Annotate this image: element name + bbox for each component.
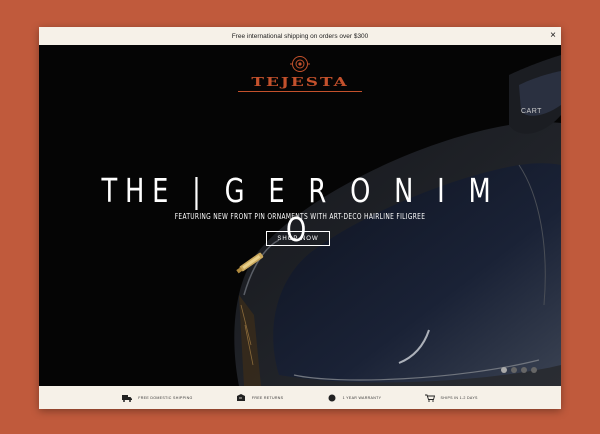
sun-emblem-icon [290,56,310,72]
cart-icon [424,394,435,402]
shop-now-button[interactable]: SHOP NOW [266,231,330,246]
hero-banner[interactable]: TEJESTA CART THE | G E R O N I M O FEATU… [39,45,561,386]
feature-shipping: FREE DOMESTIC SHIPPING [122,394,192,402]
brand-name: TEJESTA [251,74,349,89]
hero-subtitle: FEATURING NEW FRONT PIN ORNAMENTS WITH A… [174,212,426,221]
feature-label: SHIPS IN 1-2 DAYS [440,395,478,400]
feature-label: FREE DOMESTIC SHIPPING [138,395,193,400]
features-bar: FREE DOMESTIC SHIPPING FREE RETURNS 1 YE… [39,386,561,409]
brand-logo[interactable]: TEJESTA [39,55,561,92]
feature-returns: FREE RETURNS [236,393,284,402]
return-box-icon [236,393,245,401]
feature-label: FREE RETURNS [251,395,284,400]
close-icon[interactable]: × [550,30,556,42]
cart-link[interactable]: CART [521,108,542,115]
slide-dot[interactable] [511,367,517,373]
slide-dot[interactable] [501,367,507,373]
promo-text: Free international shipping on orders ov… [231,32,369,40]
browser-viewport: Free international shipping on orders ov… [39,27,561,409]
slide-dot[interactable] [531,367,537,373]
promo-bar: Free international shipping on orders ov… [39,27,561,45]
feature-fast-ship: SHIPS IN 1-2 DAYS [424,394,478,402]
feature-label: 1 YEAR WARRANTY [342,395,382,400]
slide-dot[interactable] [521,367,527,373]
logo-underline [238,91,362,92]
feature-warranty: 1 YEAR WARRANTY [327,394,382,402]
slide-pagination [501,367,537,373]
shield-icon [328,394,336,401]
truck-icon [122,394,133,402]
